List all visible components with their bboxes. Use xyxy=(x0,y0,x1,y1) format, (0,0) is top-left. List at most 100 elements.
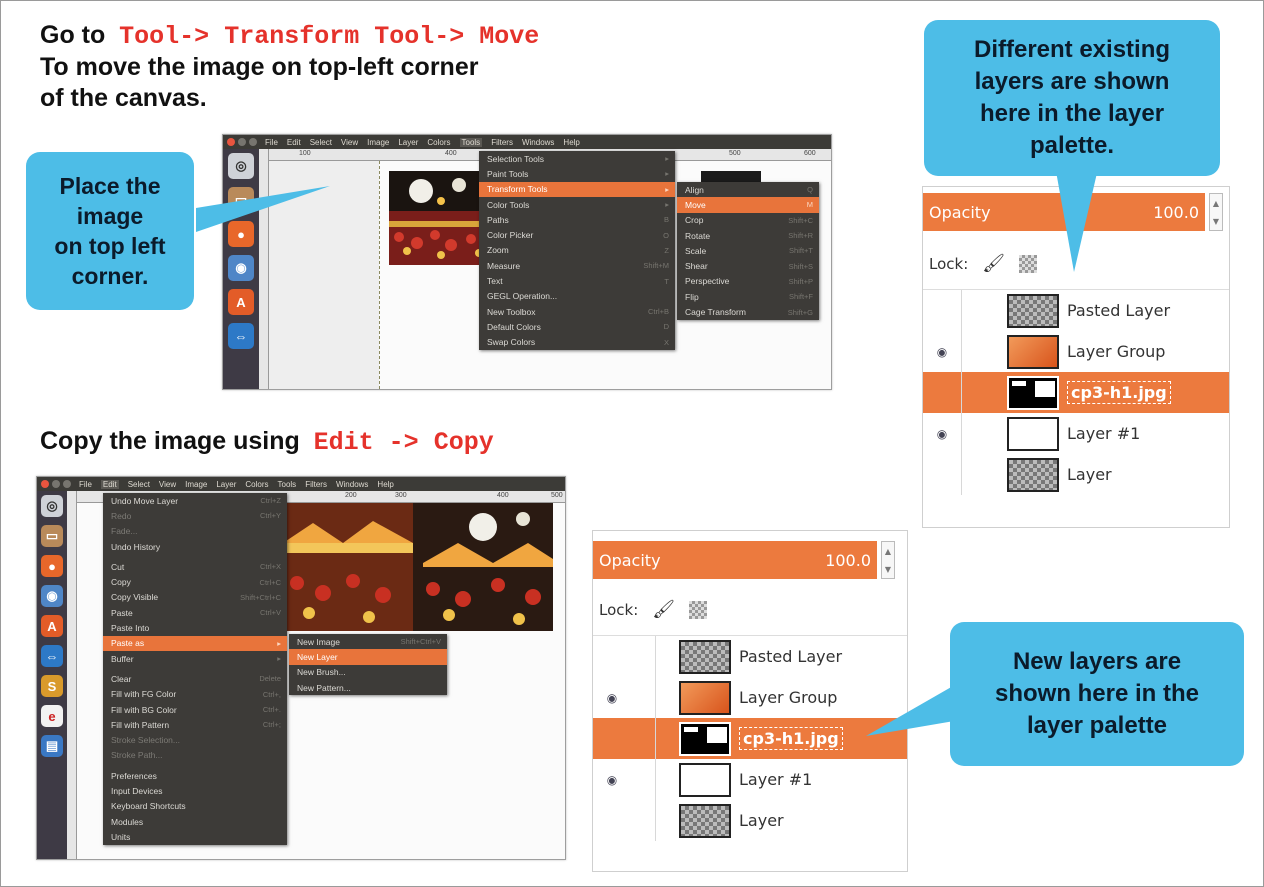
layer-row[interactable]: ◉ Layer #1 xyxy=(923,413,1229,454)
layer-name[interactable]: cp3-h1.jpg xyxy=(739,727,843,750)
edit-menu-item[interactable]: Preferences xyxy=(103,768,287,783)
layer-name[interactable]: Layer Group xyxy=(739,688,837,707)
transform-menu-item[interactable]: Align Q xyxy=(677,182,819,197)
menu-windows[interactable]: Windows xyxy=(522,138,554,147)
menu-windows[interactable]: Windows xyxy=(336,480,368,489)
layer-name[interactable]: Layer #1 xyxy=(739,770,812,789)
tools-menu-item[interactable]: Measure Shift+M xyxy=(479,258,675,273)
transform-menu-item[interactable]: Crop Shift+C xyxy=(677,213,819,228)
chromium-icon[interactable]: ◉ xyxy=(41,585,63,607)
paintbrush-icon[interactable]: 🖌 xyxy=(982,253,1005,274)
opacity-value[interactable]: 100.0 xyxy=(825,551,871,570)
layer-name[interactable]: Layer Group xyxy=(1067,342,1165,361)
menu-help[interactable]: Help xyxy=(377,480,393,489)
menu-select[interactable]: Select xyxy=(128,480,150,489)
tools-menu-item[interactable]: GEGL Operation... xyxy=(479,289,675,304)
eye-icon[interactable]: ◉ xyxy=(923,427,961,441)
layer-row[interactable]: ◉ Layer Group xyxy=(923,331,1229,372)
menu-colors[interactable]: Colors xyxy=(427,138,450,147)
tools-menu-item[interactable]: Color Tools ▸ xyxy=(479,197,675,212)
chevron-down-icon[interactable]: ▼ xyxy=(1213,217,1219,226)
menu-view[interactable]: View xyxy=(159,480,176,489)
menu-tools[interactable]: Tools xyxy=(278,480,297,489)
firefox-icon[interactable]: ● xyxy=(41,555,63,577)
edit-menu-item[interactable]: Paste Ctrl+V xyxy=(103,605,287,620)
close-icon[interactable] xyxy=(227,138,235,146)
software-center-icon[interactable]: A xyxy=(228,289,254,315)
paste-as-menu-item[interactable]: New Image Shift+Ctrl+V xyxy=(289,634,447,649)
edit-menu-item[interactable]: Fade... xyxy=(103,524,287,539)
tools-menu-item[interactable]: Paths B xyxy=(479,212,675,227)
layer-name[interactable]: cp3-h1.jpg xyxy=(1067,381,1171,404)
sublime-icon[interactable]: S xyxy=(41,675,63,697)
writer-icon[interactable]: ▤ xyxy=(41,735,63,757)
transform-menu-item[interactable]: Rotate Shift+R xyxy=(677,228,819,243)
minimize-icon[interactable] xyxy=(52,480,60,488)
edit-menu-item[interactable]: Keyboard Shortcuts xyxy=(103,799,287,814)
chevron-up-icon[interactable]: ▲ xyxy=(885,547,891,556)
menu-filters[interactable]: Filters xyxy=(491,138,513,147)
tools-menu-item[interactable]: Color Picker O xyxy=(479,227,675,242)
menu-file[interactable]: File xyxy=(79,480,92,489)
edit-menu-item[interactable]: Fill with BG Color Ctrl+. xyxy=(103,702,287,717)
menu-layer[interactable]: Layer xyxy=(216,480,236,489)
eye-icon[interactable]: ◉ xyxy=(593,773,631,787)
menu-colors[interactable]: Colors xyxy=(245,480,268,489)
menu-image[interactable]: Image xyxy=(185,480,207,489)
minimize-icon[interactable] xyxy=(238,138,246,146)
layer-row[interactable]: Layer xyxy=(593,800,907,841)
opacity-value[interactable]: 100.0 xyxy=(1153,203,1199,222)
tools-menu-item[interactable]: Selection Tools ▸ xyxy=(479,151,675,166)
transform-menu-item[interactable]: Perspective Shift+P xyxy=(677,274,819,289)
transform-menu-item[interactable]: Cage Transform Shift+G xyxy=(677,304,819,319)
menu-tools[interactable]: Tools xyxy=(459,137,483,147)
tools-menu-item[interactable]: New Toolbox Ctrl+B xyxy=(479,304,675,319)
eye-icon[interactable]: ◉ xyxy=(923,345,961,359)
ubuntu-dash-icon[interactable]: ◎ xyxy=(41,495,63,517)
tools-menu-item[interactable]: Paint Tools ▸ xyxy=(479,166,675,181)
edit-menu-item[interactable]: Copy Ctrl+C xyxy=(103,574,287,589)
transform-menu-item[interactable]: Scale Shift+T xyxy=(677,243,819,258)
teamviewer-icon[interactable]: ⇔ xyxy=(41,645,63,667)
edit-menu-item[interactable]: Copy Visible Shift+Ctrl+C xyxy=(103,590,287,605)
opacity-bar[interactable]: Opacity 100.0 xyxy=(593,541,877,579)
layer-name[interactable]: Layer xyxy=(739,811,784,830)
software-center-icon[interactable]: A xyxy=(41,615,63,637)
transform-menu-item[interactable]: Flip Shift+F xyxy=(677,289,819,304)
layer-row[interactable]: ◉ Layer #1 xyxy=(593,759,907,800)
transform-menu-item[interactable]: Move M xyxy=(677,197,819,213)
menu-help[interactable]: Help xyxy=(563,138,579,147)
paste-as-menu-item[interactable]: New Brush... xyxy=(289,665,447,680)
edit-menu-item[interactable]: Stroke Selection... xyxy=(103,732,287,747)
chevron-up-icon[interactable]: ▲ xyxy=(1213,199,1219,208)
files-icon[interactable]: ▭ xyxy=(41,525,63,547)
edit-menu-item[interactable]: Redo Ctrl+Y xyxy=(103,508,287,523)
layer-name[interactable]: Layer #1 xyxy=(1067,424,1140,443)
layer-name[interactable]: Pasted Layer xyxy=(739,647,842,666)
opacity-spinner[interactable]: ▲ ▼ xyxy=(1209,193,1223,231)
edit-menu-item[interactable]: Cut Ctrl+X xyxy=(103,559,287,574)
layer-row[interactable]: cp3-h1.jpg xyxy=(923,372,1229,413)
edit-menu-item[interactable]: Units xyxy=(103,829,287,844)
menu-file[interactable]: File xyxy=(265,138,278,147)
edit-menu-item[interactable]: Buffer ▸ xyxy=(103,651,287,666)
menu-image[interactable]: Image xyxy=(367,138,389,147)
paste-as-menu-item[interactable]: New Layer xyxy=(289,649,447,665)
maximize-icon[interactable] xyxy=(63,480,71,488)
edit-menu-item[interactable]: Fill with FG Color Ctrl+, xyxy=(103,687,287,702)
lock-alpha-icon[interactable] xyxy=(689,600,708,619)
opacity-spinner[interactable]: ▲ ▼ xyxy=(881,541,895,579)
layer-name[interactable]: Pasted Layer xyxy=(1067,301,1170,320)
menu-edit[interactable]: Edit xyxy=(287,138,301,147)
edit-menu-item[interactable]: Fill with Pattern Ctrl+; xyxy=(103,717,287,732)
layer-row[interactable]: Layer xyxy=(923,454,1229,495)
menu-filters[interactable]: Filters xyxy=(305,480,327,489)
teamviewer-icon[interactable]: ⇔ xyxy=(228,323,254,349)
eye-icon[interactable]: ◉ xyxy=(593,691,631,705)
close-icon[interactable] xyxy=(41,480,49,488)
tools-menu-item[interactable]: Swap Colors X xyxy=(479,335,675,350)
chevron-down-icon[interactable]: ▼ xyxy=(885,565,891,574)
tools-menu-item[interactable]: Zoom Z xyxy=(479,243,675,258)
transform-menu-item[interactable]: Shear Shift+S xyxy=(677,258,819,273)
menu-layer[interactable]: Layer xyxy=(398,138,418,147)
